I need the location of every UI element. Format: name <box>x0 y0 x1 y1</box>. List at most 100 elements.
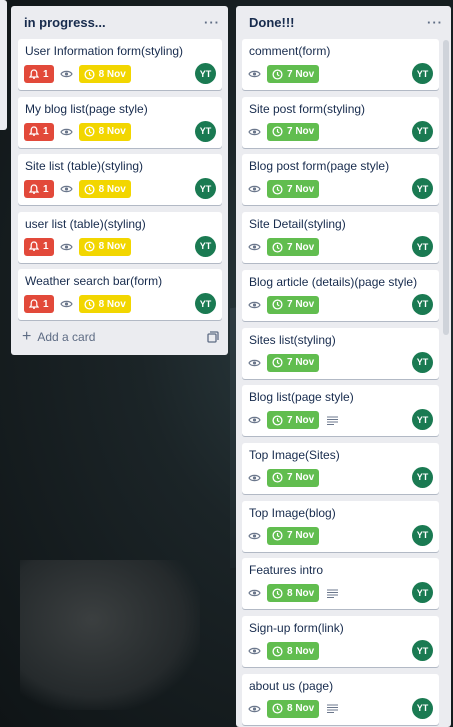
notification-badge: 1 <box>24 295 54 313</box>
card[interactable]: User Information form(styling) 1 8 Nov YT <box>18 39 222 90</box>
notification-count: 1 <box>43 298 49 310</box>
card-title: Blog list(page style) <box>249 390 354 405</box>
card[interactable]: Blog article (details)(page style) 7 Nov Y… <box>242 269 439 321</box>
due-date-badge[interactable]: 7 Nov <box>267 526 320 545</box>
bell-icon <box>29 241 39 252</box>
watch-icon <box>248 415 261 425</box>
card[interactable]: Sign-up form(link) 8 Nov YT <box>242 616 439 667</box>
description-icon <box>327 589 339 598</box>
due-date-badge[interactable]: 7 Nov <box>267 122 320 141</box>
clock-icon <box>272 645 283 657</box>
watch-icon <box>59 127 73 137</box>
list-menu-icon[interactable]: ··· <box>204 15 220 30</box>
member-avatar[interactable]: YT <box>195 235 216 257</box>
card-badges: 7 Nov <box>248 468 320 488</box>
card-badges: 1 8 Nov <box>24 179 131 199</box>
due-date-badge[interactable]: 8 Nov <box>78 122 131 141</box>
list-header[interactable]: in progress... ··· <box>11 6 228 38</box>
due-date-badge[interactable]: 8 Nov <box>78 295 131 313</box>
member-avatar[interactable]: YT <box>412 120 433 142</box>
card[interactable]: My blog list(page style) 1 8 Nov YT <box>18 96 222 148</box>
member-avatar[interactable]: YT <box>412 466 433 488</box>
clock-icon <box>272 415 283 426</box>
member-avatar[interactable]: YT <box>412 582 433 604</box>
member-avatar[interactable]: YT <box>412 63 433 84</box>
due-date-badge[interactable]: 8 Nov <box>267 584 320 603</box>
add-card-label: Add a card <box>37 330 96 344</box>
card-title: Weather search bar(form) <box>25 274 163 288</box>
member-avatar[interactable]: YT <box>412 409 433 431</box>
due-date-badge[interactable]: 8 Nov <box>78 180 131 198</box>
notification-badge: 1 <box>24 65 54 83</box>
due-date: 8 Nov <box>98 298 126 310</box>
due-date: 7 Nov <box>287 357 315 368</box>
card-title: Features intro <box>249 563 324 578</box>
due-date: 8 Nov <box>98 126 126 137</box>
due-date-badge[interactable]: 8 Nov <box>267 642 320 660</box>
due-date-badge[interactable]: 8 Nov <box>78 65 131 83</box>
member-avatar[interactable]: YT <box>195 63 216 84</box>
card[interactable]: comment(form) 7 Nov YT <box>242 39 439 90</box>
due-date-badge[interactable]: 8 Nov <box>78 237 131 256</box>
card[interactable]: Top Image(blog) 7 Nov YT <box>242 500 439 552</box>
due-date-badge[interactable]: 7 Nov <box>267 411 320 430</box>
due-date-badge[interactable]: 7 Nov <box>267 65 320 83</box>
list-menu-icon[interactable]: ··· <box>427 15 443 30</box>
list-header[interactable]: Done!!! ··· <box>236 6 451 38</box>
notification-count: 1 <box>43 183 49 195</box>
due-date-badge[interactable]: 7 Nov <box>267 353 320 372</box>
card[interactable]: Blog list(page style) 7 Nov YT <box>242 385 439 437</box>
due-date-badge[interactable]: 7 Nov <box>267 238 320 257</box>
card-badges: 7 Nov <box>248 295 320 315</box>
due-date-badge[interactable]: 7 Nov <box>267 180 320 199</box>
card[interactable]: Site list (table)(styling) 1 8 Nov YT <box>18 154 222 205</box>
member-avatar[interactable]: YT <box>195 120 216 142</box>
watch-icon <box>248 531 261 541</box>
card[interactable]: Site Detail(styling) 7 Nov YT <box>242 212 439 264</box>
card[interactable]: Blog post form(page style) 7 Nov YT <box>242 154 439 206</box>
card[interactable]: Site post form(styling) 7 Nov YT <box>242 96 439 148</box>
card-badges: 7 Nov <box>248 122 320 142</box>
clock-icon <box>84 183 95 195</box>
member-avatar[interactable]: YT <box>412 524 433 546</box>
description-icon <box>327 704 339 714</box>
list-scrollbar[interactable] <box>443 40 449 335</box>
member-avatar[interactable]: YT <box>195 293 216 314</box>
notification-badge: 1 <box>24 180 54 198</box>
clock-icon <box>272 530 283 541</box>
card[interactable]: Features intro 8 Nov YT <box>242 558 439 610</box>
notification-count: 1 <box>43 68 49 80</box>
clock-icon <box>272 184 283 195</box>
member-avatar[interactable]: YT <box>412 293 433 315</box>
member-avatar[interactable]: YT <box>412 640 433 661</box>
card-title: comment(form) <box>249 44 331 58</box>
clock-icon <box>272 68 283 80</box>
card-badges: 7 Nov <box>248 64 320 84</box>
card[interactable]: about us (page) 8 Nov YT <box>242 673 439 725</box>
plus-icon: + <box>22 328 32 345</box>
add-card-button[interactable]: + Add a card <box>22 328 96 345</box>
card-template-icon[interactable] <box>207 331 219 343</box>
list-title[interactable]: in progress... <box>24 15 106 30</box>
due-date-badge[interactable]: 7 Nov <box>267 468 320 487</box>
member-avatar[interactable]: YT <box>412 236 433 258</box>
card-title: Site Detail(styling) <box>249 217 346 232</box>
card[interactable]: Weather search bar(form) 1 8 Nov YT <box>18 269 222 320</box>
watch-icon <box>248 242 261 252</box>
card-badges: 8 Nov <box>248 699 339 719</box>
member-avatar[interactable]: YT <box>195 178 216 199</box>
list-title[interactable]: Done!!! <box>249 15 295 30</box>
member-avatar[interactable]: YT <box>412 351 433 373</box>
card-badges: 1 8 Nov <box>24 237 131 257</box>
card[interactable]: Sites list(styling) 7 Nov YT <box>242 327 439 379</box>
member-avatar[interactable]: YT <box>412 697 433 719</box>
notification-badge: 1 <box>24 237 54 256</box>
previous-list-edge[interactable] <box>0 0 7 130</box>
due-date-badge[interactable]: 8 Nov <box>267 699 320 718</box>
card-title: Blog article (details)(page style) <box>249 274 418 289</box>
member-avatar[interactable]: YT <box>412 178 433 200</box>
card[interactable]: Top Image(Sites) 7 Nov YT <box>242 442 439 494</box>
bell-icon <box>29 183 39 195</box>
due-date-badge[interactable]: 7 Nov <box>267 295 320 314</box>
card[interactable]: user list (table)(styling) 1 8 Nov YT <box>18 211 222 263</box>
